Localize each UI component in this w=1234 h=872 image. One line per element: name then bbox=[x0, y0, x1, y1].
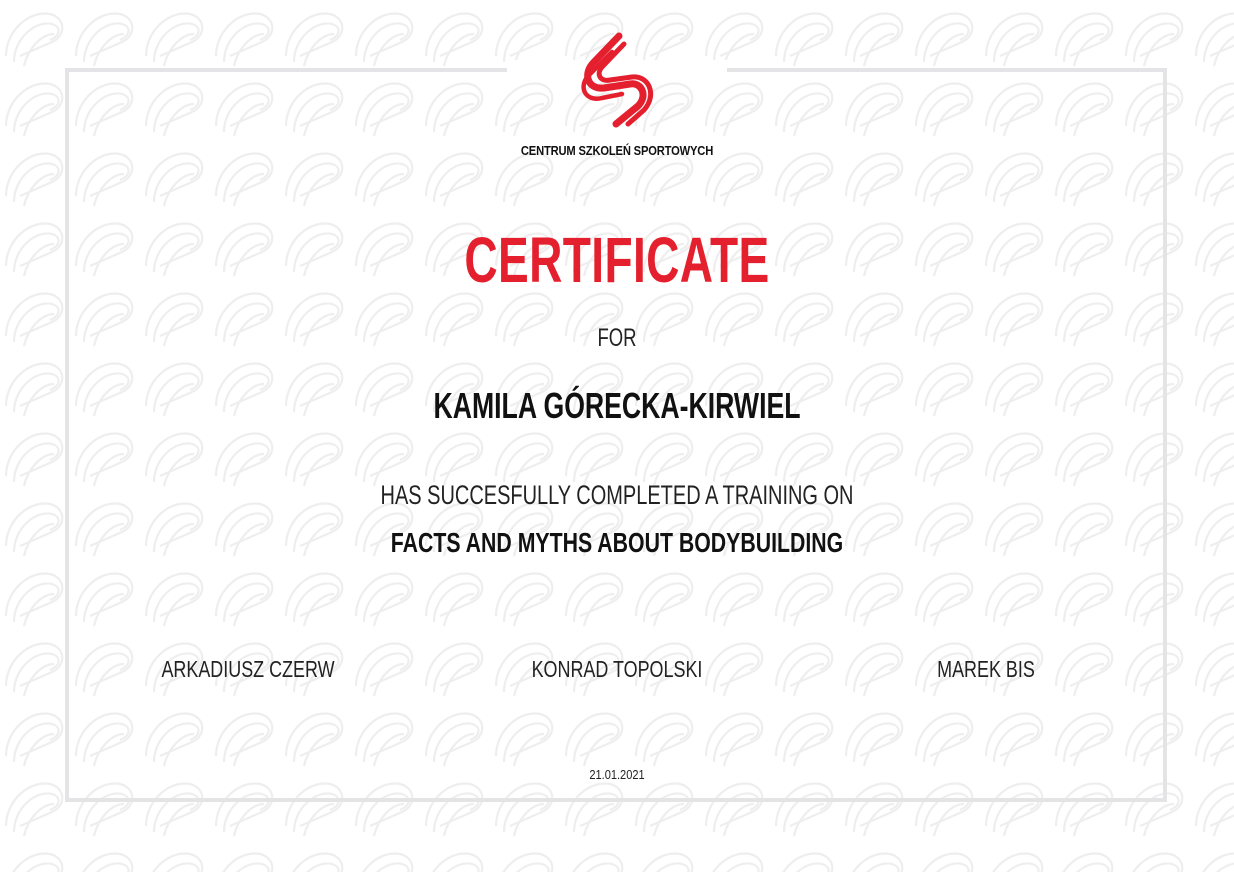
organization-name: CENTRUM SZKOLEŃ SPORTOWYCH bbox=[520, 143, 714, 158]
certificate-frame bbox=[65, 68, 1167, 802]
recipient-name: KAMILA GÓRECKA-KIRWIEL bbox=[433, 385, 801, 426]
certificate-page: CENTRUM SZKOLEŃ SPORTOWYCH CERTIFICATE F… bbox=[0, 0, 1234, 872]
signer-name: ARKADIUSZ CZERW bbox=[161, 656, 335, 682]
certificate-date: 21.01.2021 bbox=[589, 767, 645, 782]
for-label: FOR bbox=[597, 324, 637, 352]
signer-name: KONRAD TOPOLSKI bbox=[531, 656, 703, 682]
completion-text: HAS SUCCESFULLY COMPLETED A TRAINING ON bbox=[380, 480, 854, 510]
certificate-title: CERTIFICATE bbox=[464, 224, 770, 296]
course-name: FACTS AND MYTHS ABOUT BODYBUILDING bbox=[390, 527, 844, 558]
signer-name: MAREK BIS bbox=[937, 656, 1035, 682]
brand-logo-icon bbox=[581, 32, 654, 128]
